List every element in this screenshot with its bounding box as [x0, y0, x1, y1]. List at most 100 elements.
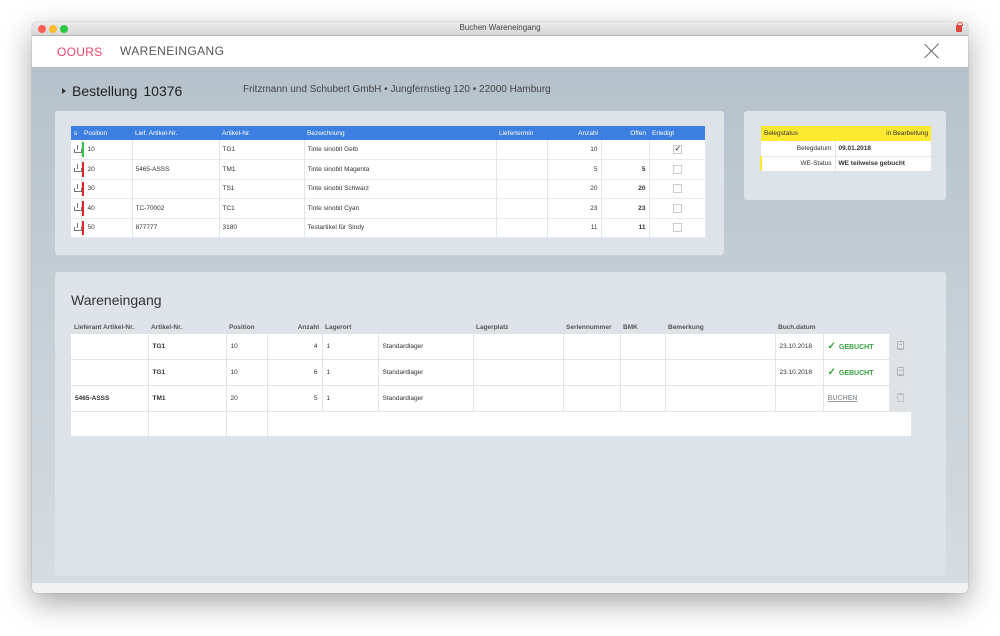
document-icon[interactable] [896, 367, 904, 377]
booked-status-label: GEBUCHT [838, 370, 874, 378]
bmk-cell[interactable] [620, 334, 666, 361]
new-article-input[interactable] [148, 411, 227, 437]
position-cell[interactable]: 20 [226, 385, 268, 412]
order-positions-table: s Position Lief. Artikel-Nr. Artikel-Nr. Bez… [71, 126, 706, 238]
storage-cell[interactable]: Standardlager [378, 385, 474, 412]
bmk-cell[interactable] [620, 359, 666, 386]
receipt-col-header[interactable]: Position [226, 321, 267, 334]
receipt-col-header[interactable]: Anzahl [267, 321, 322, 334]
serial-cell[interactable] [563, 385, 621, 412]
close-icon[interactable] [924, 43, 940, 59]
table-row[interactable]: TG1 10 4 1 Standardlager 23.10.2018 ✓ GEBUCHT [71, 334, 912, 361]
quantity-cell[interactable]: 6 [267, 359, 323, 386]
table-row[interactable]: 10 TG1 Tinte sinobit Gelb 10 [71, 140, 706, 160]
receipt-col-header[interactable]: Artikel-Nr. [148, 321, 226, 334]
checkmark-icon: ✓ [827, 367, 836, 379]
order-col-header[interactable]: Erledigt [649, 126, 705, 140]
delivery-date-cell [496, 218, 548, 238]
order-col-header[interactable]: Position [81, 126, 132, 140]
done-checkbox[interactable] [672, 144, 682, 154]
order-col-header[interactable]: s [71, 126, 81, 140]
main-content: Bestellung 10376 Fritzmann und Schubert G… [32, 67, 968, 583]
checkmark-icon: ✓ [827, 341, 836, 353]
position-cell: 10 [81, 140, 133, 160]
window-titlebar: Buchen Wareneingang [32, 22, 968, 36]
new-entry-row[interactable] [71, 411, 912, 437]
receipt-col-header[interactable]: BMK [620, 321, 665, 334]
disclosure-triangle-icon[interactable] [62, 88, 66, 95]
receipt-col-header[interactable]: Lagerplatz [473, 321, 563, 334]
receipt-col-header[interactable] [823, 321, 889, 334]
order-number: 10376 [143, 83, 183, 99]
table-row[interactable]: TG1 10 6 1 Standardlager 23.10.2018 ✓ GEBUCHT [71, 359, 912, 386]
receipt-col-header[interactable]: Bemerkung [665, 321, 775, 334]
receipt-col-header[interactable] [889, 321, 911, 334]
storage-place-cell[interactable] [473, 359, 564, 386]
book-button[interactable]: BUCHEN [828, 395, 858, 402]
serial-cell[interactable] [563, 359, 621, 386]
position-cell[interactable]: 10 [226, 334, 268, 361]
receipt-col-header[interactable]: Lagerort [322, 321, 378, 334]
download-cell [71, 140, 82, 160]
order-heading[interactable]: Bestellung 10376 [62, 83, 182, 99]
remark-cell[interactable] [665, 334, 776, 361]
receipt-col-header[interactable] [378, 321, 473, 334]
done-checkbox[interactable] [672, 184, 682, 194]
supplier-article-cell: 5465-ASSS [132, 159, 220, 180]
article-cell[interactable]: TM1 [148, 385, 227, 412]
done-checkbox[interactable] [672, 203, 682, 213]
table-row[interactable]: 30 TS1 Tinte sinobit Schwarz 20 20 [71, 179, 706, 199]
article-cell[interactable]: TG1 [148, 334, 227, 361]
receipt-col-header[interactable]: Serlennummer [563, 321, 620, 334]
order-col-header[interactable]: Artikel-Nr. [219, 126, 304, 140]
trash-icon[interactable] [896, 392, 904, 402]
storage-number-cell[interactable]: 1 [322, 359, 379, 386]
storage-place-cell[interactable] [473, 334, 564, 361]
order-col-header[interactable]: Anzahl [547, 126, 601, 140]
download-cell [71, 198, 82, 219]
order-col-header[interactable]: Liefertermin [496, 126, 547, 140]
supplier-article-cell[interactable]: 5465-ASSS [71, 385, 149, 412]
supplier-article-cell[interactable] [71, 334, 149, 361]
bmk-cell[interactable] [620, 385, 666, 412]
belegdatum-row: Belegdatum 09.01.2018 [761, 141, 931, 156]
remark-cell[interactable] [665, 385, 776, 412]
table-row[interactable]: 5465-ASSS TM1 20 5 1 Standardlager BUCHEN [71, 385, 912, 412]
storage-number-cell[interactable]: 1 [322, 334, 379, 361]
supplier-article-cell[interactable] [71, 359, 149, 386]
status-bar [81, 181, 84, 196]
position-cell[interactable]: 10 [226, 359, 268, 386]
quantity-cell[interactable]: 5 [267, 385, 323, 412]
receipt-col-header[interactable]: Buch.datum [775, 321, 823, 334]
delivery-date-cell [496, 198, 548, 219]
order-col-header[interactable]: Lief. Artikel-Nr. [132, 126, 219, 140]
storage-place-cell[interactable] [473, 385, 564, 412]
order-col-header[interactable]: Bezeichnung [304, 126, 496, 140]
remark-cell[interactable] [665, 359, 776, 386]
lock-icon [956, 22, 963, 32]
done-checkbox[interactable] [672, 164, 682, 174]
storage-cell[interactable]: Standardlager [378, 359, 474, 386]
download-cell [71, 218, 82, 238]
goods-receipt-header: Lieferant Artikel-Nr. Artikel-Nr. Position… [71, 321, 911, 334]
done-cell [649, 198, 706, 219]
belegstatus-value: in Bearbeitung [835, 126, 931, 141]
article-cell: TM1 [219, 159, 305, 180]
done-checkbox[interactable] [672, 223, 682, 233]
page-title: WARENEINGANG [120, 44, 225, 58]
quantity-cell[interactable]: 4 [267, 334, 323, 361]
storage-cell[interactable]: Standardlager [378, 334, 474, 361]
new-position-input[interactable] [226, 411, 268, 437]
storage-number-cell[interactable]: 1 [322, 385, 379, 412]
delivery-date-cell [496, 159, 548, 180]
new-supplier-article-input[interactable] [71, 411, 149, 437]
order-col-header[interactable]: Offen [601, 126, 649, 140]
article-cell[interactable]: TG1 [148, 359, 227, 386]
serial-cell[interactable] [563, 334, 621, 361]
table-row[interactable]: 40 TC-70002 TC1 Tinte sinobit Cyan 23 23 [71, 198, 706, 219]
new-entry-rest[interactable] [267, 411, 912, 437]
table-row[interactable]: 50 877777 3180 Testartikel für Sindy 11 11 [71, 218, 706, 238]
document-icon[interactable] [896, 341, 904, 351]
receipt-col-header[interactable]: Lieferant Artikel-Nr. [71, 321, 148, 334]
table-row[interactable]: 20 5465-ASSS TM1 Tinte sinobit Magenta 5 5 [71, 159, 706, 180]
